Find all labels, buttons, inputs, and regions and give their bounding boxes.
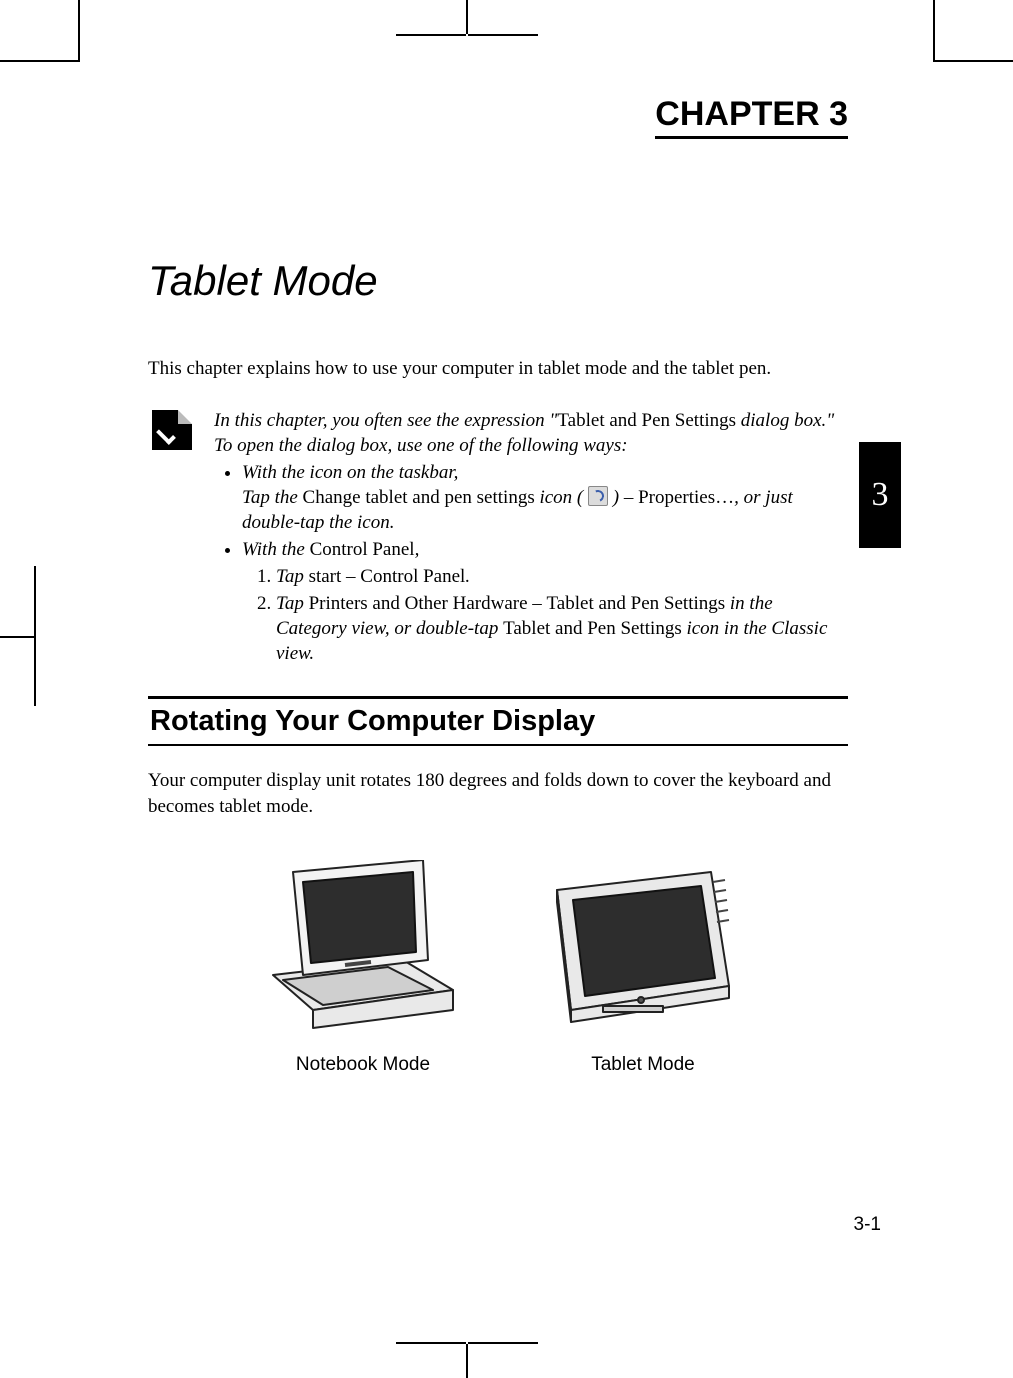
section-heading: Rotating Your Computer Display	[148, 696, 848, 746]
bullet1-tap-the: Tap the	[242, 487, 303, 508]
notebook-illustration	[253, 860, 473, 1030]
body-paragraph: Your computer display unit rotates 180 d…	[148, 768, 848, 819]
note-lead-1: In this chapter, you often see the expre…	[214, 410, 557, 431]
figure-caption-notebook: Notebook Mode	[296, 1054, 430, 1076]
figure-tablet: Tablet Mode	[543, 860, 743, 1076]
note-bullet-1: With the icon on the taskbar, Tap the Ch…	[242, 460, 848, 535]
bullet1-properties: Properties…	[638, 487, 734, 508]
page: 3 CHAPTER 3 Tablet Mode This chapter exp…	[0, 0, 1013, 1378]
step1-post: .	[465, 566, 470, 587]
step1-cp: Control Panel	[360, 566, 465, 587]
figures-row: Notebook Mode	[148, 860, 848, 1076]
chapter-side-tab: 3	[859, 442, 901, 548]
crop-mark	[933, 0, 935, 62]
note-step-1: Tap start – Control Panel.	[276, 564, 848, 589]
step1-start: start	[309, 566, 342, 587]
note-term: Tablet and Pen Settings	[557, 410, 736, 431]
bullet2-pre: With the	[242, 539, 310, 560]
figure-caption-tablet: Tablet Mode	[591, 1054, 695, 1076]
bullet2-cp: Control Panel	[310, 539, 415, 560]
step1-pre: Tap	[276, 566, 309, 587]
bullet2-post: ,	[415, 539, 420, 560]
step1-mid: –	[341, 566, 360, 587]
step2-pre: Tap	[276, 593, 309, 614]
note-bullet-2: With the Control Panel, Tap start – Cont…	[242, 537, 848, 666]
crop-mark	[34, 636, 36, 706]
step2-tps2: Tablet and Pen Settings	[503, 618, 682, 639]
crop-mark	[34, 566, 36, 636]
crop-mark	[396, 34, 466, 36]
tablet-pen-settings-icon	[588, 486, 608, 506]
bullet1-icon-word: icon (	[535, 487, 588, 508]
crop-mark	[468, 1342, 538, 1344]
note-text: In this chapter, you often see the expre…	[214, 408, 848, 669]
crop-mark	[466, 1344, 468, 1378]
figure-notebook: Notebook Mode	[253, 860, 473, 1076]
step2-tps1: Tablet and Pen Settings	[547, 593, 726, 614]
crop-mark	[396, 1342, 466, 1344]
crop-mark	[468, 34, 538, 36]
crop-mark	[933, 60, 1013, 62]
content-area: CHAPTER 3 Tablet Mode This chapter expla…	[148, 95, 848, 1076]
bullet1-dash: ) –	[608, 487, 638, 508]
chapter-label: CHAPTER 3	[655, 95, 848, 139]
crop-mark	[0, 636, 34, 638]
page-number: 3-1	[854, 1214, 881, 1236]
bullet1-line1: With the icon on the taskbar,	[242, 462, 458, 483]
checkmark-note-icon	[152, 410, 192, 450]
step2-poh: Printers and Other Hardware	[309, 593, 528, 614]
step2-mid1: –	[528, 593, 547, 614]
page-title: Tablet Mode	[148, 257, 848, 305]
crop-mark	[78, 0, 80, 62]
crop-mark	[0, 60, 80, 62]
note-box: In this chapter, you often see the expre…	[152, 408, 848, 669]
note-step-2: Tap Printers and Other Hardware – Tablet…	[276, 591, 848, 666]
crop-mark	[466, 0, 468, 34]
intro-paragraph: This chapter explains how to use your co…	[148, 357, 848, 382]
bullet1-change-label: Change tablet and pen settings	[303, 487, 535, 508]
tablet-illustration	[543, 860, 743, 1030]
